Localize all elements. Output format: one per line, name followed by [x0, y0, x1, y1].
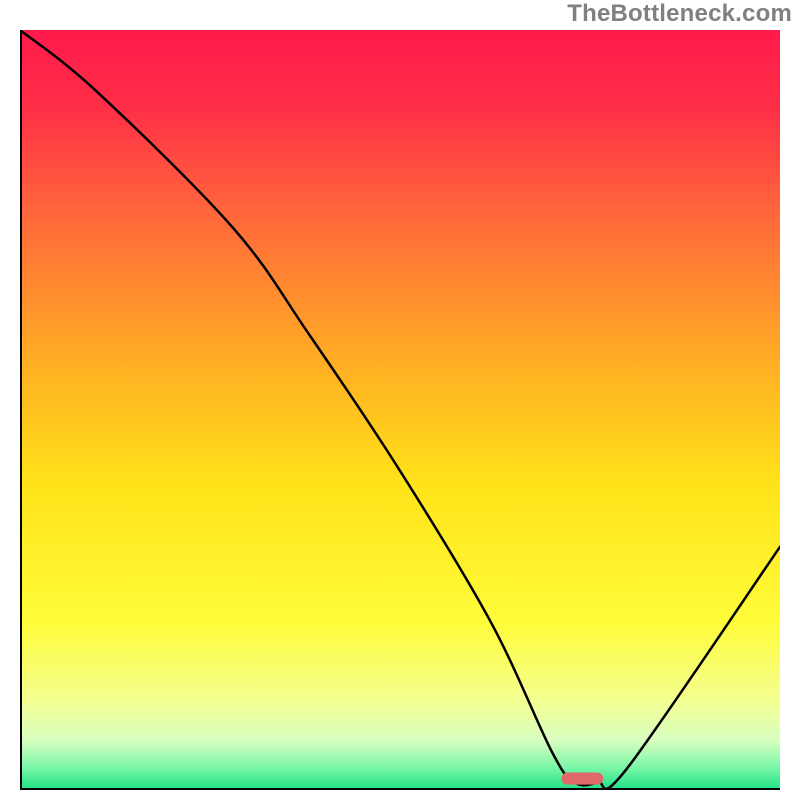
bottleneck-marker: [562, 773, 604, 785]
chart-svg: [20, 30, 780, 790]
watermark-text: TheBottleneck.com: [567, 0, 792, 28]
chart-plot: [20, 30, 780, 790]
chart-container: TheBottleneck.com: [0, 0, 800, 800]
chart-background: [20, 30, 780, 790]
